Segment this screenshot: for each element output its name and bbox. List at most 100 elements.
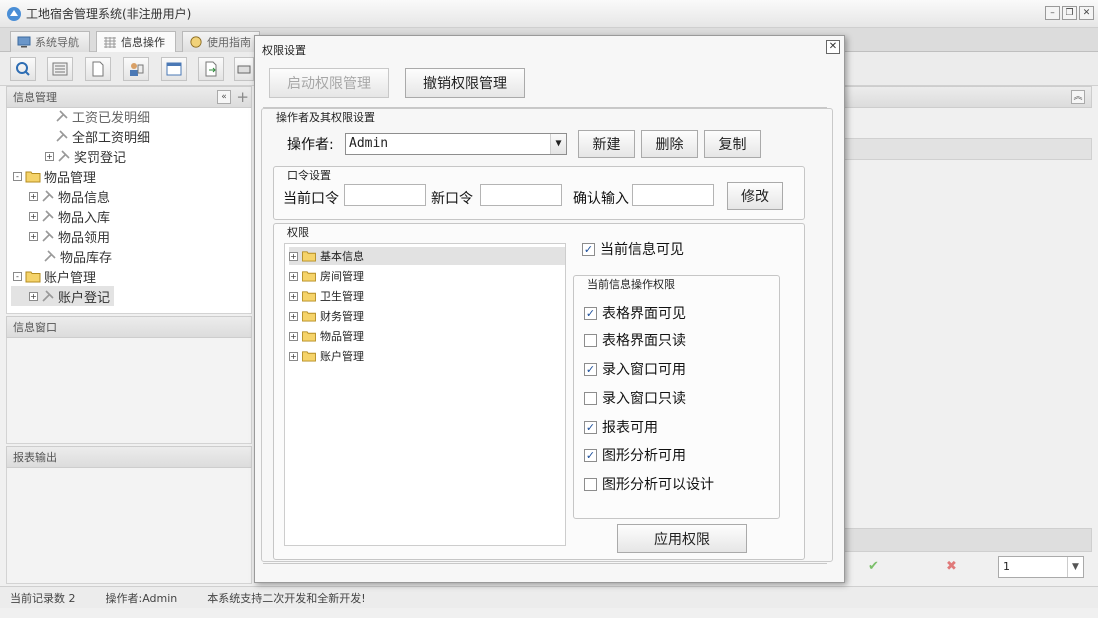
info-window-header: 信息窗口 xyxy=(6,316,252,338)
tree-item[interactable]: - 物品管理 xyxy=(13,166,96,186)
tree-item[interactable]: + 奖罚登记 xyxy=(45,146,126,166)
tree-item-selected[interactable]: + 账户登记 xyxy=(11,286,115,306)
close-window-icon[interactable]: ✕ xyxy=(1079,6,1094,20)
document-icon xyxy=(92,61,104,77)
tree-item[interactable]: 工资已发明细 xyxy=(55,106,150,126)
tree-item[interactable]: + 物品入库 xyxy=(29,206,110,226)
navigation-tree: 工资已发明细 全部工资明细 + 奖罚登记 - 物品管理 + 物品信息 + 物品入… xyxy=(6,108,252,314)
ops-checkbox-grid-visible[interactable]: ✓ 表格界面可见 xyxy=(584,303,686,323)
operator-select[interactable]: Admin ▼ xyxy=(345,133,567,155)
ops-checkbox-entry-usable[interactable]: ✓ 录入窗口可用 xyxy=(584,359,686,379)
window-button[interactable] xyxy=(161,57,187,81)
list-view-button[interactable] xyxy=(47,57,73,81)
report-output-header: 报表输出 xyxy=(6,446,252,468)
tab-label: 信息操作 xyxy=(121,36,165,49)
apply-permission-button[interactable]: 应用权限 xyxy=(617,524,747,553)
copy-button[interactable]: 复制 xyxy=(704,130,761,158)
tab-system-nav[interactable]: 系统导航 xyxy=(10,31,90,52)
cancel-x-icon[interactable]: ✖ xyxy=(946,559,957,574)
document-button[interactable] xyxy=(85,57,111,81)
expand-icon[interactable]: + xyxy=(289,271,298,281)
expand-icon[interactable]: + xyxy=(289,311,298,321)
window-icon xyxy=(166,62,182,76)
folder-icon xyxy=(302,351,316,362)
perm-tree-item-selected[interactable]: + 基本信息 xyxy=(289,247,565,265)
modify-password-button[interactable]: 修改 xyxy=(727,182,783,210)
expand-icon[interactable]: + xyxy=(289,291,298,301)
current-info-visible-checkbox[interactable]: ✓ 当前信息可见 xyxy=(582,239,684,259)
expand-icon[interactable]: + xyxy=(289,331,298,341)
perm-tree-item[interactable]: + 账户管理 xyxy=(289,347,364,365)
delete-button[interactable]: 删除 xyxy=(641,130,698,158)
tools-icon xyxy=(42,210,54,222)
tools-icon xyxy=(56,130,68,142)
grid-header-strip xyxy=(840,138,1092,160)
report-output-area xyxy=(6,468,252,584)
tab-label: 系统导航 xyxy=(35,36,79,49)
ops-checkbox-chart-usable[interactable]: ✓ 图形分析可用 xyxy=(584,445,686,465)
checkbox-checked-icon[interactable]: ✓ xyxy=(584,306,597,320)
current-password-input[interactable] xyxy=(344,184,426,206)
status-bar: 当前记录数 2 操作者:Admin 本系统支持二次开发和全新开发! xyxy=(0,586,1098,608)
ops-checkbox-grid-readonly[interactable]: 表格界面只读 xyxy=(584,330,686,350)
groupbox-label: 操作者及其权限设置 xyxy=(274,109,377,125)
collapse-left-icon[interactable]: « xyxy=(217,90,231,104)
ops-checkbox-chart-design[interactable]: 图形分析可以设计 xyxy=(584,474,714,494)
expand-icon[interactable]: + xyxy=(29,191,38,201)
app-title: 工地宿舍管理系统(非注册用户) xyxy=(26,7,192,21)
perm-tree-item[interactable]: + 卫生管理 xyxy=(289,287,364,305)
title-bar: 工地宿舍管理系统(非注册用户) – ❐ ✕ xyxy=(0,0,1098,28)
new-button[interactable]: 新建 xyxy=(578,130,635,158)
confirm-check-icon[interactable]: ✔ xyxy=(868,559,879,574)
tools-icon xyxy=(42,290,54,302)
groupbox-label: 当前信息操作权限 xyxy=(585,276,677,292)
ops-checkbox-report-usable[interactable]: ✓ 报表可用 xyxy=(584,417,658,437)
close-icon[interactable]: ✕ xyxy=(826,40,840,54)
add-icon[interactable]: + xyxy=(236,88,249,106)
perm-tree-item[interactable]: + 物品管理 xyxy=(289,327,364,345)
restore-icon[interactable]: ❐ xyxy=(1062,6,1077,20)
checkbox-checked-icon[interactable]: ✓ xyxy=(584,420,597,434)
expand-icon[interactable]: + xyxy=(45,151,54,161)
new-password-input[interactable] xyxy=(480,184,562,206)
tab-user-guide[interactable]: 使用指南 xyxy=(182,31,260,52)
print-button[interactable] xyxy=(234,57,254,81)
ops-checkbox-entry-readonly[interactable]: 录入窗口只读 xyxy=(584,388,686,408)
revoke-permission-button[interactable]: 撤销权限管理 xyxy=(405,68,525,98)
expand-icon[interactable]: + xyxy=(29,231,38,241)
tab-label: 使用指南 xyxy=(207,36,251,49)
perm-tree-item[interactable]: + 财务管理 xyxy=(289,307,364,325)
page-select[interactable]: 1 ▼ xyxy=(998,556,1084,578)
tree-item[interactable]: + 物品领用 xyxy=(29,226,110,246)
start-permission-button[interactable]: 启动权限管理 xyxy=(269,68,389,98)
checkbox-checked-icon[interactable]: ✓ xyxy=(584,448,597,462)
checkbox-checked-icon[interactable]: ✓ xyxy=(582,242,595,256)
collapse-icon[interactable]: - xyxy=(13,171,22,181)
search-button[interactable] xyxy=(10,57,36,81)
chevron-down-icon: ▼ xyxy=(550,134,566,154)
tab-info-ops[interactable]: 信息操作 xyxy=(96,31,176,52)
grid-footer-bar xyxy=(840,528,1092,552)
tree-item[interactable]: + 物品信息 xyxy=(29,186,110,206)
tools-icon xyxy=(42,190,54,202)
expand-icon[interactable]: + xyxy=(289,251,298,261)
right-panel-header: ︽ xyxy=(840,86,1092,108)
checkbox-unchecked-icon[interactable] xyxy=(584,391,597,405)
minimize-icon[interactable]: – xyxy=(1045,6,1060,20)
tree-item[interactable]: 物品库存 xyxy=(43,246,112,266)
tree-item[interactable]: - 账户管理 xyxy=(13,266,96,286)
expand-icon[interactable]: + xyxy=(29,291,38,301)
collapse-icon[interactable]: - xyxy=(13,271,22,281)
tree-item[interactable]: 全部工资明细 xyxy=(55,126,150,146)
checkbox-unchecked-icon[interactable] xyxy=(584,333,597,347)
perm-tree-item[interactable]: + 房间管理 xyxy=(289,267,364,285)
checkbox-checked-icon[interactable]: ✓ xyxy=(584,362,597,376)
permission-dialog: 权限设置 ✕ 启动权限管理 撤销权限管理 操作者及其权限设置 操作者: Admi… xyxy=(254,35,845,583)
users-button[interactable] xyxy=(123,57,149,81)
expand-icon[interactable]: + xyxy=(29,211,38,221)
checkbox-unchecked-icon[interactable] xyxy=(584,477,597,491)
confirm-password-input[interactable] xyxy=(632,184,714,206)
export-button[interactable] xyxy=(198,57,224,81)
expand-icon[interactable]: + xyxy=(289,351,298,361)
collapse-up-icon[interactable]: ︽ xyxy=(1071,90,1085,104)
